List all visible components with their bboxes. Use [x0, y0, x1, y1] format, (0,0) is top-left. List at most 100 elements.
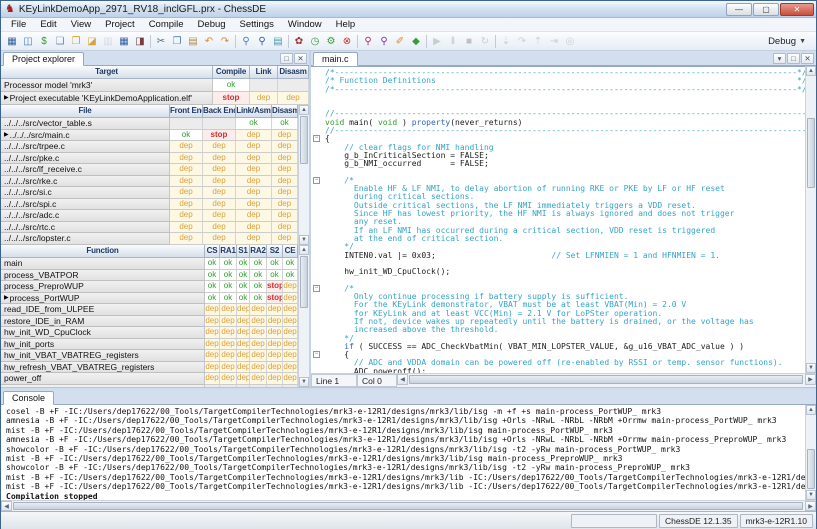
file-row[interactable]: ../../../src/spi.cdepdepdepdep [1, 199, 298, 211]
window-project-icon[interactable]: ▦ [4, 33, 20, 49]
make-icon[interactable]: ◷ [307, 33, 323, 49]
column-header[interactable]: Link [250, 66, 278, 79]
find-icon[interactable]: ⚲ [238, 33, 254, 49]
column-header[interactable]: CE [283, 245, 298, 258]
function-row[interactable]: restore_IDE_in_RAMdepdepdepdepdepdep [1, 316, 298, 328]
console-hscrollbar[interactable]: ◀ ▶ [1, 500, 816, 511]
file-table-scrollbar[interactable]: ▲ ▼ [298, 105, 309, 245]
fold-marker-icon[interactable]: − [313, 177, 320, 184]
menu-project[interactable]: Project [98, 18, 142, 31]
open-file-icon[interactable]: ❐ [68, 33, 84, 49]
menu-compile[interactable]: Compile [142, 18, 191, 31]
scroll-up-icon[interactable]: ▲ [806, 405, 816, 415]
panel-close-icon[interactable]: ✕ [294, 53, 307, 64]
editor-hscrollbar[interactable]: ◀ ▶ [397, 374, 816, 385]
column-header[interactable]: CS [205, 245, 220, 258]
function-row[interactable]: hw_refresh_VBAT_VBATREG_registersdepdepd… [1, 362, 298, 374]
debug-icon[interactable]: ⚲ [360, 33, 376, 49]
fold-marker-icon[interactable]: − [313, 135, 320, 142]
function-row[interactable]: hw_init_WD_CpuClockdepdepdepdepdepdep [1, 327, 298, 339]
column-header[interactable]: Back End [203, 105, 236, 118]
column-header[interactable]: RA1 [220, 245, 237, 258]
export-icon[interactable]: ◨ [132, 33, 148, 49]
column-header[interactable]: File [1, 105, 170, 118]
function-row[interactable]: hw_init_VBAT_VBATREG_registersdepdepdepd… [1, 350, 298, 362]
menu-help[interactable]: Help [329, 18, 363, 31]
run-icon[interactable]: ◆ [408, 33, 424, 49]
scroll-right-icon[interactable]: ▶ [805, 501, 816, 511]
file-row[interactable]: ../../../src/rtc.cdepdepdepdep [1, 222, 298, 234]
close-button[interactable]: ✕ [780, 3, 814, 16]
function-row[interactable]: process_VBATPORokokokokokok [1, 270, 298, 282]
menu-settings[interactable]: Settings [233, 18, 281, 31]
column-header[interactable]: Link/Asm [236, 105, 272, 118]
column-header[interactable]: Function [1, 245, 205, 258]
file-row[interactable]: ../../../src/lf_receive.cdepdepdepdep [1, 164, 298, 176]
scroll-up-icon[interactable]: ▲ [299, 245, 309, 255]
redo-icon[interactable]: ↷ [217, 33, 233, 49]
function-row[interactable]: read_IDE_from_ULPEEdepdepdepdepdepdep [1, 304, 298, 316]
file-row[interactable]: ../../../src/lopster.cdepdepdepdep [1, 233, 298, 245]
scroll-down-icon[interactable]: ▼ [806, 363, 816, 373]
window-editor-icon[interactable]: ◫ [20, 33, 36, 49]
tools-icon[interactable]: ✐ [392, 33, 408, 49]
console-output[interactable]: cosel -B +F -IC:/Users/dep17622/00_Tools… [1, 405, 805, 500]
function-row[interactable]: ▶process_PortWUPokokokokstopdep [1, 293, 298, 305]
menu-debug[interactable]: Debug [191, 18, 233, 31]
tab-console[interactable]: Console [3, 391, 54, 405]
file-row[interactable]: ../../../src/si.cdepdepdepdep [1, 187, 298, 199]
scroll-down-icon[interactable]: ▼ [299, 377, 309, 387]
target-row[interactable]: Processor model 'mrk3'ok [1, 79, 309, 92]
function-row[interactable]: power_offdepdepdepdepdepdep [1, 373, 298, 385]
scroll-right-icon[interactable]: ▶ [805, 374, 816, 385]
undo-icon[interactable]: ↶ [201, 33, 217, 49]
file-row[interactable]: ../../../src/rke.cdepdepdepdep [1, 176, 298, 188]
function-row[interactable]: hw_init_portsdepdepdepdepdepdep [1, 339, 298, 351]
fold-marker-icon[interactable]: − [313, 285, 320, 292]
column-header[interactable]: RA2 [250, 245, 267, 258]
new-file-icon[interactable]: ❏ [52, 33, 68, 49]
panel-close-icon[interactable]: ✕ [801, 53, 814, 64]
window-symbols-icon[interactable]: $ [36, 33, 52, 49]
maximize-button[interactable]: ▢ [753, 3, 779, 16]
profile-icon[interactable]: ⚲ [376, 33, 392, 49]
file-row[interactable]: ▶../../../src/main.cokstopdepdep [1, 130, 298, 142]
column-header[interactable]: S2 [267, 245, 283, 258]
scroll-up-icon[interactable]: ▲ [806, 66, 816, 76]
scroll-down-icon[interactable]: ▼ [299, 235, 309, 245]
function-row[interactable]: mainokokokokokok [1, 258, 298, 270]
console-scrollbar[interactable]: ▲ ▼ [805, 405, 816, 500]
file-row[interactable]: ../../../src/vector_table.sokok [1, 118, 298, 130]
column-header[interactable]: Front End [170, 105, 203, 118]
menu-file[interactable]: File [4, 18, 33, 31]
column-header[interactable]: Target [1, 66, 213, 79]
tab-list-chevron-icon[interactable]: ▾ [773, 53, 786, 64]
find-in-files-icon[interactable]: ⚲ [254, 33, 270, 49]
tab-main-c[interactable]: main.c [313, 52, 358, 66]
minimize-button[interactable]: — [726, 3, 752, 16]
target-row[interactable]: ▶Project executable 'KEyLinkDemoApplicat… [1, 92, 309, 105]
copy-icon[interactable]: ❐ [169, 33, 185, 49]
menu-view[interactable]: View [64, 18, 98, 31]
tab-project-explorer[interactable]: Project explorer [3, 52, 84, 66]
column-header[interactable]: Disasm [278, 66, 309, 79]
cut-icon[interactable]: ✂ [153, 33, 169, 49]
build-mode-select[interactable]: Debug▼ [761, 34, 813, 49]
panel-maximize-icon[interactable]: □ [280, 53, 293, 64]
save-all-icon[interactable]: ▦ [116, 33, 132, 49]
menu-window[interactable]: Window [281, 18, 329, 31]
build-all-icon[interactable]: ⚙ [323, 33, 339, 49]
menu-edit[interactable]: Edit [33, 18, 63, 31]
file-row[interactable]: ../../../src/trpee.cdepdepdepdep [1, 141, 298, 153]
function-row[interactable]: process_PreproWUPokokokokstopdep [1, 281, 298, 293]
bookmarks-icon[interactable]: ▤ [270, 33, 286, 49]
compile-icon[interactable]: ✿ [291, 33, 307, 49]
scroll-left-icon[interactable]: ◀ [1, 501, 12, 511]
column-header[interactable]: Compile [213, 66, 250, 79]
paste-icon[interactable]: ▤ [185, 33, 201, 49]
file-row[interactable]: ../../../src/adc.cdepdepdepdep [1, 210, 298, 222]
code-editor[interactable]: /*--------------------------------------… [311, 66, 805, 373]
panel-maximize-icon[interactable]: □ [787, 53, 800, 64]
column-header[interactable]: Disasm [272, 105, 298, 118]
column-header[interactable]: S1 [237, 245, 250, 258]
